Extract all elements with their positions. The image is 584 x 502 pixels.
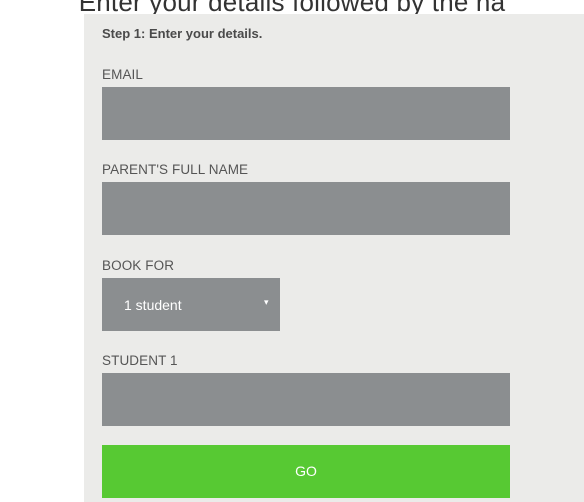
booking-form: Step 1: Enter your details. EMAIL PARENT… [84, 14, 584, 502]
book-for-label: BOOK FOR [102, 258, 175, 273]
email-label: EMAIL [102, 67, 144, 82]
student-1-field[interactable] [102, 373, 510, 426]
book-for-selected-value: 1 student [124, 297, 182, 313]
chevron-down-icon: ▾ [264, 297, 269, 307]
book-for-select[interactable]: 1 student ▾ [102, 278, 280, 331]
student-1-label: STUDENT 1 [102, 353, 178, 368]
go-button[interactable]: GO [102, 445, 510, 498]
step-title: Step 1: Enter your details. [102, 26, 263, 41]
parent-name-label: PARENT'S FULL NAME [102, 162, 249, 177]
email-field[interactable] [102, 87, 510, 140]
parent-name-field[interactable] [102, 182, 510, 235]
